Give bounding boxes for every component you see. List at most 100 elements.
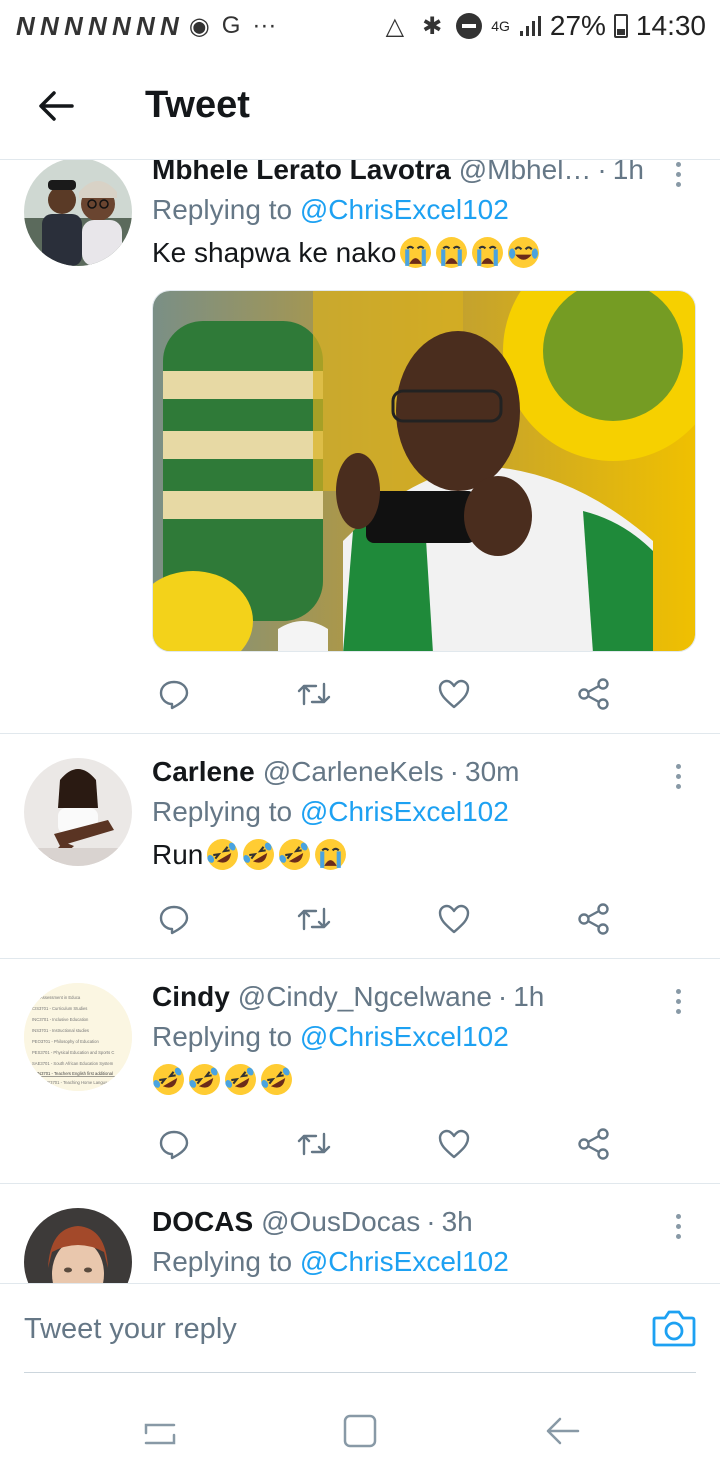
- rolling-laughing-emoji-icon: [152, 1063, 185, 1096]
- tweet-meta: Carlene @CarleneKels · 30m: [152, 756, 698, 788]
- more-options-button[interactable]: [666, 160, 690, 194]
- tweet-time: 3h: [441, 1206, 473, 1237]
- mention-link[interactable]: @ChrisExcel102: [300, 194, 509, 225]
- tweet-actions: [152, 897, 622, 941]
- reply-feed[interactable]: Mbhele Lerato Lavotra @Mbhel… · 1h Reply…: [0, 160, 720, 1283]
- avatar-text-line: PES3701 - Physical Education and Sports …: [32, 1050, 114, 1055]
- avatar-text-line: TTR3701 - Teaching Home Language: [42, 1080, 113, 1085]
- author-handle[interactable]: @OusDocas: [261, 1206, 420, 1238]
- mention-link[interactable]: @ChrisExcel102: [300, 796, 509, 827]
- share-button[interactable]: [572, 1122, 616, 1166]
- system-back-button[interactable]: [542, 1411, 582, 1451]
- heart-icon: [438, 679, 470, 709]
- reply-button[interactable]: [152, 897, 196, 941]
- crying-emoji-icon: [435, 236, 468, 269]
- page-title: Tweet: [145, 84, 250, 126]
- tweet-item[interactable]: Mbhele Lerato Lavotra @Mbhel… · 1h Reply…: [0, 160, 720, 734]
- tweet-text-content: Ke shapwa ke nako: [152, 236, 397, 268]
- tweet-actions: [152, 1122, 622, 1166]
- author-handle[interactable]: @Cindy_Ngcelwane: [238, 981, 492, 1013]
- avatar[interactable]: [24, 1208, 132, 1283]
- share-icon: [578, 1128, 609, 1160]
- tweet-meta: Cindy @Cindy_Ngcelwane · 1h: [152, 981, 698, 1013]
- back-button[interactable]: [0, 52, 112, 160]
- data-saver-icon: △: [385, 12, 405, 40]
- share-icon: [578, 678, 609, 710]
- share-button[interactable]: [572, 672, 616, 716]
- mention-link[interactable]: @ChrisExcel102: [300, 1246, 509, 1277]
- share-button[interactable]: [572, 897, 616, 941]
- tweet-text: [152, 1063, 698, 1096]
- retweet-icon: [297, 1132, 331, 1156]
- author-handle[interactable]: @Mbhel…: [459, 160, 592, 186]
- avatar[interactable]: [24, 160, 132, 266]
- retweet-icon: [297, 907, 331, 931]
- more-options-button[interactable]: [666, 756, 690, 796]
- tweet-meta: Mbhele Lerato Lavotra @Mbhel… · 1h: [152, 160, 698, 186]
- retweet-icon: [297, 682, 331, 706]
- tweet-actions: [152, 672, 622, 716]
- camera-icon: [652, 1310, 696, 1347]
- recent-apps-button[interactable]: [140, 1411, 180, 1451]
- avatar-text-line: PEO3701 - Philosophy of Education: [32, 1039, 99, 1044]
- like-button[interactable]: [432, 672, 476, 716]
- author-name[interactable]: Mbhele Lerato Lavotra: [152, 160, 451, 186]
- reply-icon: [159, 905, 189, 935]
- tweet-item[interactable]: Assessment in Educa CIS3701 - Curriculum…: [0, 959, 720, 1184]
- author-handle[interactable]: @CarleneKels: [263, 756, 444, 788]
- battery-icon: [613, 14, 628, 38]
- reply-button[interactable]: [152, 1122, 196, 1166]
- do-not-disturb-icon: [456, 13, 483, 39]
- avatar[interactable]: Assessment in Educa CIS3701 - Curriculum…: [24, 983, 132, 1091]
- tweet-item[interactable]: DOCAS @OusDocas · 3h Replying to @ChrisE…: [0, 1184, 720, 1283]
- author-name[interactable]: DOCAS: [152, 1206, 253, 1238]
- more-options-button[interactable]: [666, 981, 690, 1021]
- replying-to-line: Replying to @ChrisExcel102: [152, 796, 698, 828]
- reply-button[interactable]: [152, 672, 196, 716]
- crying-emoji-icon: [399, 236, 432, 269]
- network-type: 4G: [491, 18, 510, 34]
- system-navigation-bar: [0, 1373, 720, 1480]
- replying-to-label: Replying to: [152, 796, 293, 827]
- camera-button[interactable]: [652, 1308, 696, 1352]
- rolling-laughing-emoji-icon: [224, 1063, 257, 1096]
- like-button[interactable]: [432, 897, 476, 941]
- more-options-button[interactable]: [666, 1206, 690, 1246]
- battery-percent: 27%: [549, 10, 606, 41]
- separator-dot: ·: [597, 160, 607, 185]
- tweet-photo[interactable]: [152, 290, 696, 652]
- replying-to-line: Replying to @ChrisExcel102: [152, 194, 698, 226]
- heart-icon: [438, 904, 470, 934]
- avatar-text-line: Assessment in Educa: [40, 995, 81, 1000]
- top-app-bar: Tweet: [0, 52, 720, 160]
- home-icon: [343, 1414, 377, 1448]
- more-notifications-icon: ···: [252, 12, 277, 39]
- tweet-time: 30m: [465, 756, 520, 787]
- retweet-button[interactable]: [292, 897, 336, 941]
- clock: 14:30: [635, 10, 706, 41]
- rolling-laughing-emoji-icon: [242, 838, 275, 871]
- like-button[interactable]: [432, 1122, 476, 1166]
- replying-to-label: Replying to: [152, 1246, 293, 1277]
- reply-input[interactable]: Tweet your reply: [24, 1284, 624, 1374]
- tweet-text-content: Run: [152, 838, 204, 870]
- tweet-text: Run: [152, 838, 698, 871]
- retweet-button[interactable]: [292, 1122, 336, 1166]
- google-icon: G: [221, 12, 241, 39]
- author-name[interactable]: Carlene: [152, 756, 255, 788]
- mention-link[interactable]: @ChrisExcel102: [300, 1021, 509, 1052]
- share-icon: [578, 903, 609, 935]
- tweet-item[interactable]: Carlene @CarleneKels · 30m Replying to @…: [0, 734, 720, 959]
- avatar-text-line: CIS3701 - Curriculum Studies: [32, 1006, 87, 1011]
- tweet-text: Ke shapwa ke nako: [152, 236, 698, 269]
- home-button[interactable]: [340, 1411, 380, 1451]
- notification-icons: N N N N N N N: [16, 10, 179, 41]
- avatar[interactable]: [24, 758, 132, 866]
- rolling-laughing-emoji-icon: [260, 1063, 293, 1096]
- rolling-laughing-emoji-icon: [206, 838, 239, 871]
- tweet-time: 1h: [513, 981, 545, 1012]
- tweet-content: Mbhele Lerato Lavotra @Mbhel… · 1h Reply…: [152, 160, 698, 269]
- author-name[interactable]: Cindy: [152, 981, 230, 1013]
- retweet-button[interactable]: [292, 672, 336, 716]
- replying-to-label: Replying to: [152, 194, 293, 225]
